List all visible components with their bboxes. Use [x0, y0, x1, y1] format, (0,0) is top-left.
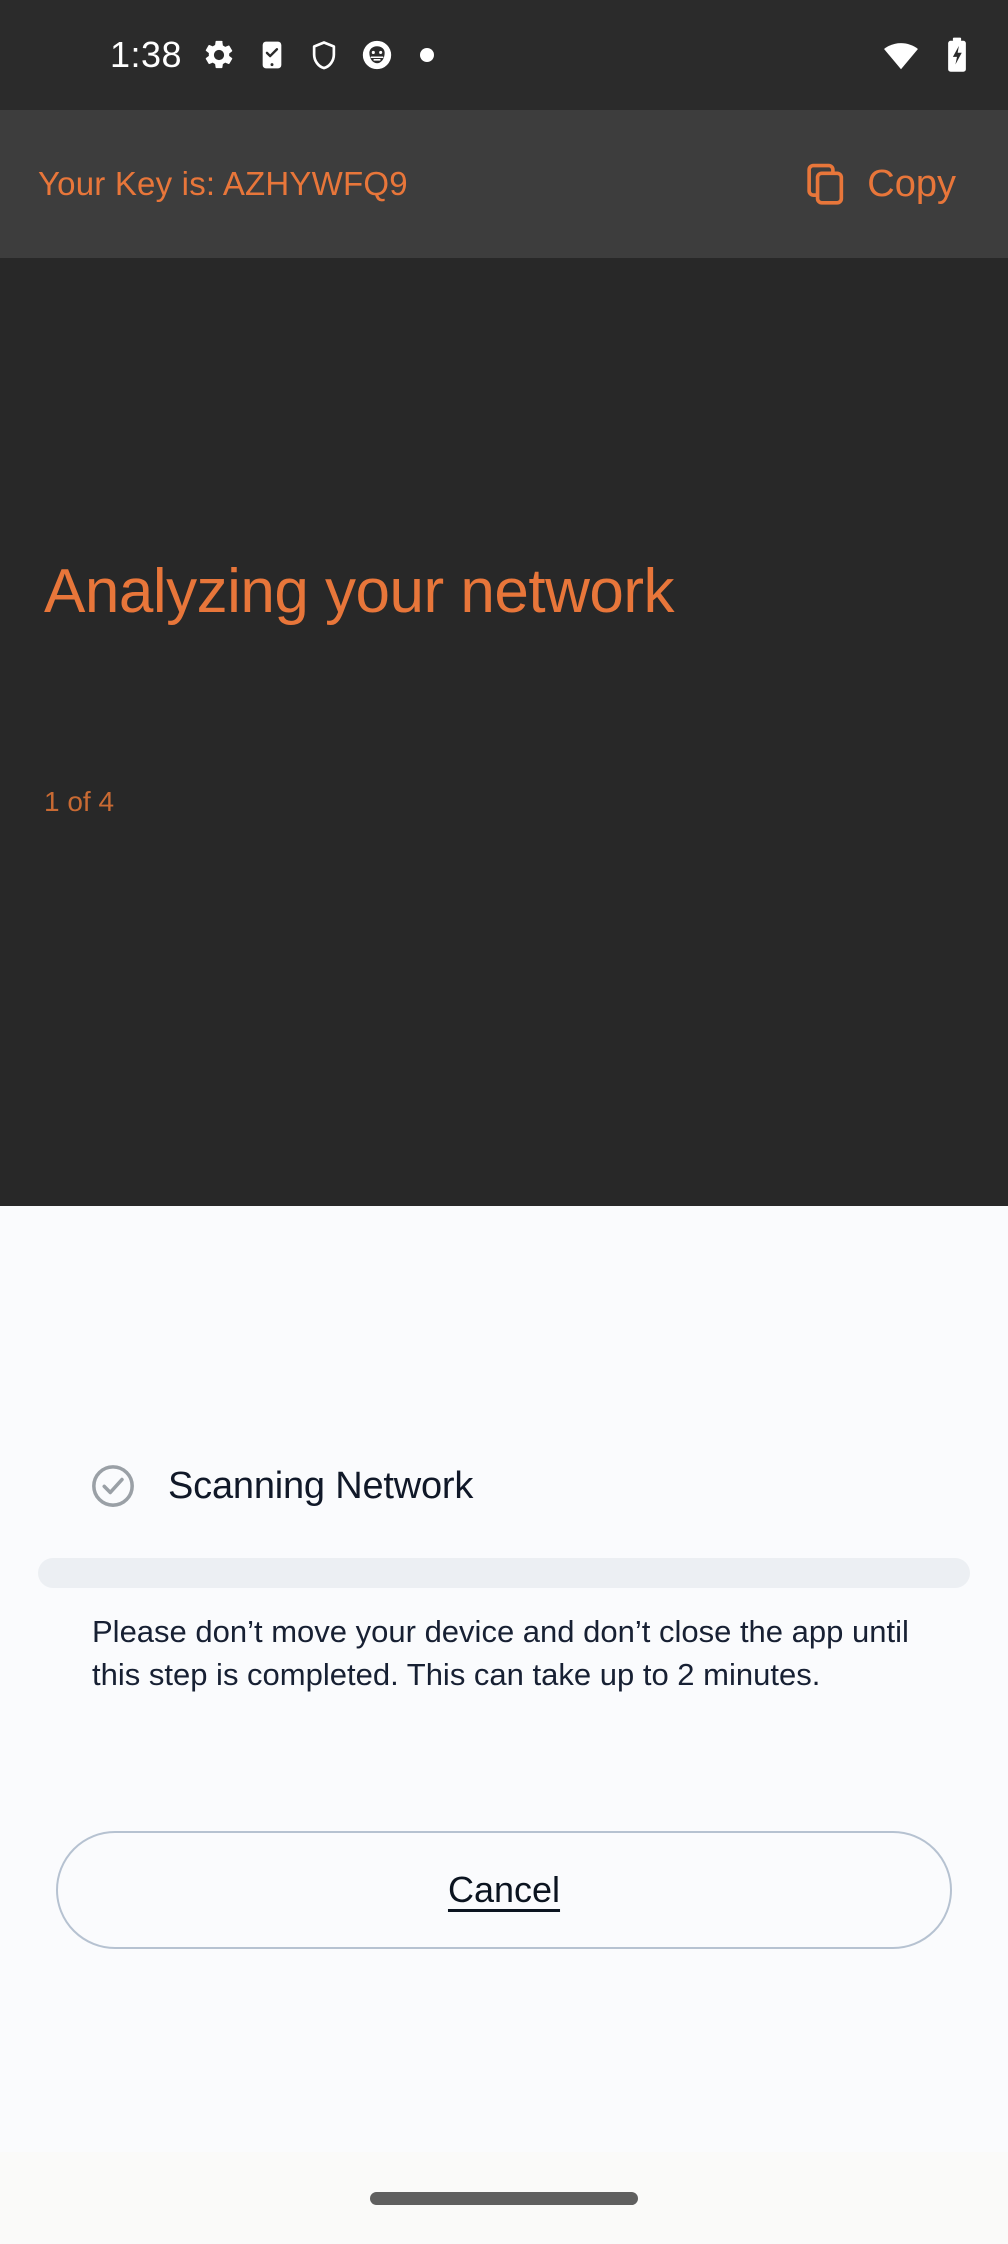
- page-title: Analyzing your network: [44, 557, 674, 626]
- status-bar-left: 1:38: [110, 34, 435, 75]
- cancel-button-label: Cancel: [447, 1869, 561, 1910]
- phone-check-icon: [256, 39, 288, 71]
- step-header: Scanning Network: [88, 1461, 473, 1511]
- step-title: Scanning Network: [168, 1464, 474, 1507]
- status-bar: 1:38: [0, 0, 1008, 110]
- progress-bar: [38, 1558, 970, 1588]
- copy-button-label: Copy: [867, 162, 956, 205]
- hero-section: Analyzing your network 1 of 4: [0, 258, 1008, 1206]
- step-counter: 1 of 4: [44, 786, 115, 817]
- app-screen: 1:38 Your Key is: AZHYWFQ9 Copy Analyzin…: [0, 0, 1008, 2244]
- check-circle-icon: [88, 1461, 138, 1511]
- android-nav-bar: [0, 2152, 1008, 2244]
- copy-icon: [803, 161, 849, 207]
- status-bar-right: [882, 36, 972, 74]
- status-bar-clock: 1:38: [110, 34, 183, 75]
- status-panel: Scanning Network Please don’t move your …: [0, 1206, 1008, 2244]
- gear-icon: [202, 38, 236, 72]
- battery-charging-icon: [942, 36, 972, 74]
- cancel-button[interactable]: Cancel: [56, 1831, 952, 1949]
- gesture-handle[interactable]: [370, 2191, 638, 2205]
- instruction-text: Please don’t move your device and don’t …: [92, 1614, 909, 1692]
- copy-button[interactable]: Copy: [799, 153, 960, 215]
- key-text: Your Key is: AZHYWFQ9: [38, 165, 408, 202]
- shield-icon: [308, 39, 340, 71]
- key-bar: Your Key is: AZHYWFQ9 Copy: [0, 110, 1008, 258]
- wifi-icon: [882, 36, 920, 74]
- dot-icon: [420, 48, 435, 62]
- app-circle-icon: [360, 38, 394, 72]
